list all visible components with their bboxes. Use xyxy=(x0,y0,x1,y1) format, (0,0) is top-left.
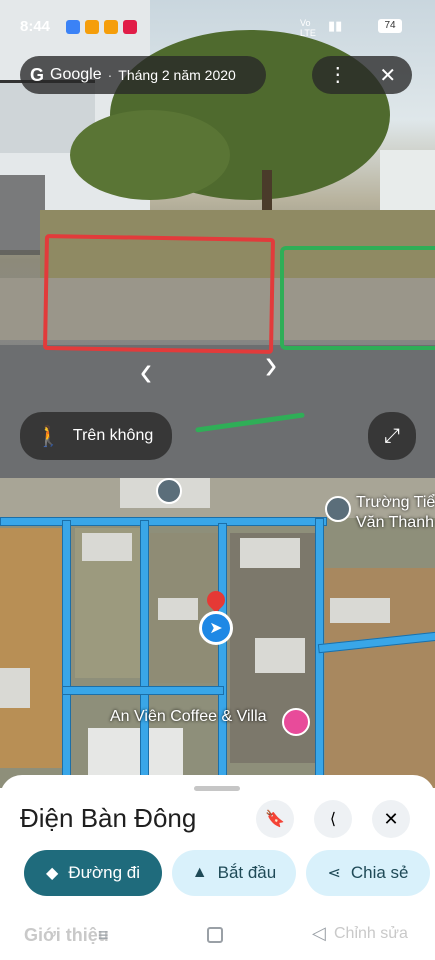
satellite-map[interactable]: Trường Tiể Văn Thanh An Viên Coffee & Vi… xyxy=(0,478,435,788)
tab-intro[interactable]: Giới thiệu xyxy=(24,925,109,946)
green-marked-lot xyxy=(280,246,435,350)
place-title: Điện Bàn Đông xyxy=(20,803,197,833)
app-icon xyxy=(85,20,99,34)
directions-button[interactable]: ◆ Đường đi xyxy=(24,850,162,896)
imagery-date-pill: G Google · Tháng 2 năm 2020 xyxy=(20,56,266,94)
rooftop xyxy=(240,538,300,568)
source-label: Google xyxy=(50,66,102,83)
poi-label-school-line2[interactable]: Văn Thanh xyxy=(356,514,434,532)
close-button[interactable]: ✕ xyxy=(372,800,410,838)
street-view-panorama[interactable]: 8:44 Vo LTE ▮▮ 74 G Google · Tháng 2 năm… xyxy=(0,0,435,478)
share-icon: ⟨ xyxy=(329,811,337,828)
aerial-view-button[interactable]: 🚶 Trên không xyxy=(20,412,172,460)
share-label: Chia sẻ xyxy=(350,863,409,882)
place-bottom-sheet: Điện Bàn Đông 🔖 ⟨ ✕ ◆ Đường đi ▲ Bắt đầu… xyxy=(0,775,435,960)
fullscreen-button[interactable]: ⤢ xyxy=(368,412,416,460)
close-icon[interactable]: ✕ xyxy=(379,63,396,88)
separator-dot: · xyxy=(107,67,113,83)
rooftop xyxy=(88,728,183,778)
road xyxy=(140,520,149,788)
share-icon: ⋖ xyxy=(327,865,341,882)
network-label: Vo LTE xyxy=(300,18,316,38)
nav-home-icon[interactable] xyxy=(207,927,223,943)
person-icon: 🚶 xyxy=(36,425,61,448)
rooftop xyxy=(158,598,198,620)
share-button[interactable]: ⋖ Chia sẻ xyxy=(306,850,430,896)
imagery-date: Tháng 2 năm 2020 xyxy=(118,67,236,83)
rooftop xyxy=(255,638,305,673)
bookmark-icon: 🔖 xyxy=(265,811,285,828)
google-g-icon: G xyxy=(30,64,45,85)
start-button[interactable]: ▲ Bắt đầu xyxy=(172,850,296,896)
aerial-view-label: Trên không xyxy=(72,427,154,444)
notification-icons xyxy=(66,20,137,34)
signal-icon: ▮▮ xyxy=(328,18,343,33)
close-icon: ✕ xyxy=(383,808,399,829)
poi-school-icon[interactable] xyxy=(325,496,351,522)
road xyxy=(0,517,327,526)
app-icon xyxy=(123,20,137,34)
nav-menu-icon[interactable]: ≡ xyxy=(98,925,109,946)
poi-label-school[interactable]: Trường Tiể xyxy=(356,494,435,512)
rooftop xyxy=(0,668,30,708)
poi-hotel-icon[interactable] xyxy=(282,708,310,736)
rooftop xyxy=(330,598,390,623)
battery-level: 74 xyxy=(384,20,396,31)
app-icon xyxy=(104,20,118,34)
share-icon-button[interactable]: ⟨ xyxy=(314,800,352,838)
nav-back-icon[interactable]: ◁ xyxy=(312,923,326,944)
gate xyxy=(0,175,45,255)
road xyxy=(218,523,227,788)
rooftop xyxy=(82,533,132,561)
status-time: 8:44 xyxy=(20,18,51,35)
directions-icon: ◆ xyxy=(46,865,59,882)
chevron-left-icon[interactable]: ‹ xyxy=(140,346,152,396)
chevron-right-icon[interactable]: › xyxy=(265,339,277,389)
poi-school-icon[interactable] xyxy=(156,478,182,504)
poi-label-coffee[interactable]: An Viên Coffee & Villa xyxy=(110,708,267,726)
save-button[interactable]: 🔖 xyxy=(256,800,294,838)
battery-icon: 74 xyxy=(378,19,402,33)
tree-canopy xyxy=(70,110,230,200)
app-icon xyxy=(66,20,80,34)
drag-handle[interactable] xyxy=(194,786,240,791)
red-marked-lot xyxy=(43,234,275,354)
start-label: Bắt đầu xyxy=(217,863,277,882)
expand-icon[interactable]: ⤢ xyxy=(384,425,400,448)
road xyxy=(62,520,71,788)
kebab-menu-icon[interactable]: ⋮ xyxy=(328,65,348,85)
navigation-arrow-icon[interactable]: ➤ xyxy=(199,611,233,645)
tab-edit[interactable]: Chỉnh sửa xyxy=(334,925,408,943)
land-parcel xyxy=(0,528,62,768)
directions-label: Đường đi xyxy=(68,863,140,882)
road xyxy=(62,686,224,695)
more-options-button[interactable]: ⋮ ✕ xyxy=(312,56,412,94)
navigation-icon: ▲ xyxy=(191,864,208,881)
